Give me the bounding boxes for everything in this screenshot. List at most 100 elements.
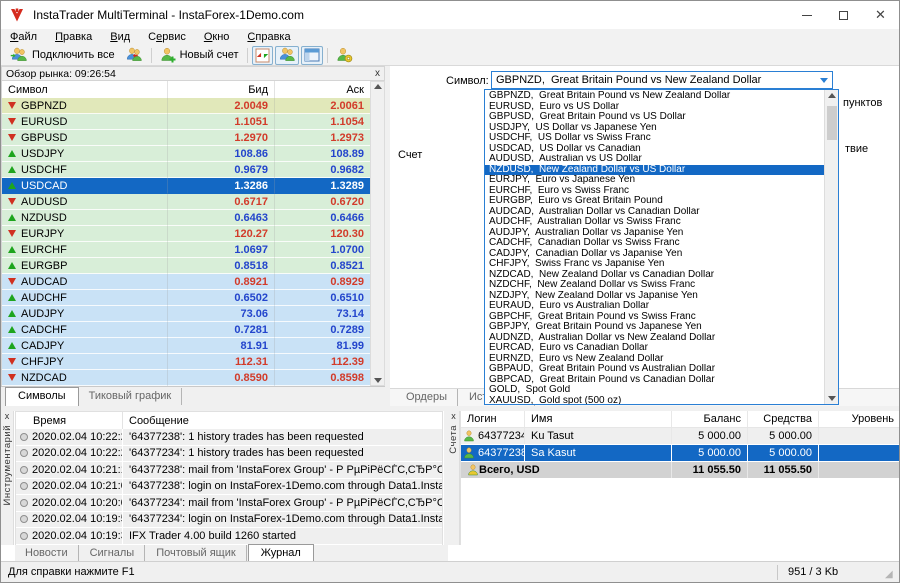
journal-row[interactable]: 2020.02.04 10:22:2...'64377238': 1 histo… (16, 429, 442, 446)
dropdown-item-AUDCHF[interactable]: AUDCHF, Australian Dollar vs Swiss Franc (485, 217, 824, 228)
journal-tab-Новости[interactable]: Новости (15, 545, 79, 562)
journal-row[interactable]: 2020.02.04 10:21:0...'64377238': login o… (16, 479, 442, 496)
market-tab-Символы[interactable]: Символы (5, 387, 79, 406)
column-ask[interactable]: Аск (275, 81, 371, 98)
dropdown-item-AUDNZD[interactable]: AUDNZD, Australian Dollar vs New Zealand… (485, 333, 824, 344)
market-row-AUDJPY[interactable]: AUDJPY73.0673.14 (2, 306, 370, 322)
dropdown-item-NZDUSD[interactable]: NZDUSD, New Zealand Dollar vs US Dollar (485, 165, 824, 176)
accounts-close-icon[interactable]: x (451, 411, 456, 421)
menu-item-Файл[interactable]: Файл (1, 30, 46, 44)
scroll-up-icon[interactable] (828, 93, 836, 98)
dropdown-item-EURCAD[interactable]: EURCAD, Euro vs Canadian Dollar (485, 343, 824, 354)
dropdown-item-AUDCAD[interactable]: AUDCAD, Australian Dollar vs Canadian Do… (485, 207, 824, 218)
dropdown-item-EURJPY[interactable]: EURJPY, Euro vs Japanese Yen (485, 175, 824, 186)
market-row-USDCAD[interactable]: USDCAD1.32861.3289 (2, 178, 370, 194)
account-row-64377238[interactable]: 64377238Sa Kasut5 000.005 000.00 (461, 445, 900, 462)
symbol-combobox[interactable]: GBPNZD, Great Britain Pound vs New Zeala… (491, 71, 833, 89)
dropdown-item-NZDCAD[interactable]: NZDCAD, New Zealand Dollar vs Canadian D… (485, 270, 824, 281)
dropdown-item-AUDUSD[interactable]: AUDUSD, Australian vs US Dollar (485, 154, 824, 165)
orders-tab-Ордеры[interactable]: Ордеры (396, 389, 458, 406)
dropdown-item-GBPCHF[interactable]: GBPCHF, Great Britain Pound vs Swiss Fra… (485, 312, 824, 323)
column-time[interactable]: Время (16, 412, 123, 429)
title-bar[interactable]: InstaTrader MultiTerminal - InstaForex-1… (1, 1, 899, 29)
dropdown-item-GOLD[interactable]: GOLD, Spot Gold (485, 385, 824, 396)
market-row-GBPUSD[interactable]: GBPUSD1.29701.2973 (2, 130, 370, 146)
market-row-EURCHF[interactable]: EURCHF1.06971.0700 (2, 242, 370, 258)
column-symbol[interactable]: Символ (2, 81, 168, 98)
journal-close-icon[interactable]: x (5, 411, 10, 421)
market-row-EURGBP[interactable]: EURGBP0.85180.8521 (2, 258, 370, 274)
scroll-down-icon[interactable] (828, 396, 836, 401)
dropdown-item-NZDJPY[interactable]: NZDJPY, New Zealand Dollar vs Japanise Y… (485, 291, 824, 302)
market-row-NZDCAD[interactable]: NZDCAD0.85900.8598 (2, 370, 370, 386)
dropdown-item-CHFJPY[interactable]: CHFJPY, Swiss Franc vs Japanise Yen (485, 259, 824, 270)
column-level[interactable]: Уровень (819, 411, 900, 427)
journal-tab-Почтовый ящик[interactable]: Почтовый ящик (146, 545, 246, 562)
dropdown-item-XAUUSD[interactable]: XAUUSD, Gold spot (500 oz) (485, 396, 824, 405)
maximize-button[interactable] (825, 1, 862, 29)
dropdown-item-GBPNZD[interactable]: GBPNZD, Great Britain Pound vs New Zeala… (485, 91, 824, 102)
dropdown-item-AUDJPY[interactable]: AUDJPY, Australian Dollar vs Japanise Ye… (485, 228, 824, 239)
market-row-CADJPY[interactable]: CADJPY81.9181.99 (2, 338, 370, 354)
journal-tab-Сигналы[interactable]: Сигналы (80, 545, 146, 562)
dropdown-item-GBPAUD[interactable]: GBPAUD, Great Britain Pound vs Australia… (485, 364, 824, 375)
journal-vertical-tab[interactable]: Инструментарий (2, 425, 13, 505)
market-row-CADCHF[interactable]: CADCHF0.72810.7289 (2, 322, 370, 338)
scroll-thumb[interactable] (827, 106, 837, 140)
close-button[interactable]: ✕ (862, 1, 899, 29)
menu-item-Правка[interactable]: Правка (46, 30, 101, 44)
dropdown-item-CADCHF[interactable]: CADCHF, Canadian Dollar vs Swiss Franc (485, 238, 824, 249)
journal-row[interactable]: 2020.02.04 10:22:2...'64377234': 1 histo… (16, 446, 442, 463)
market-row-CHFJPY[interactable]: CHFJPY112.31112.39 (2, 354, 370, 370)
market-tab-Тиковый график[interactable]: Тиковый график (79, 388, 183, 405)
dropdown-item-EURGBP[interactable]: EURGBP, Euro vs Great Britain Pound (485, 196, 824, 207)
dropdown-item-CADJPY[interactable]: CADJPY, Canadian Dollar vs Japanise Yen (485, 249, 824, 260)
toggle-toolbox-button[interactable] (301, 46, 323, 65)
resize-grip[interactable]: ◢ (885, 568, 899, 582)
journal-row[interactable]: 2020.02.04 10:19:5...'64377234': login o… (16, 512, 442, 529)
dropdown-scrollbar[interactable] (824, 90, 838, 404)
toggle-market-watch-button[interactable] (252, 46, 273, 65)
dropdown-item-EURAUD[interactable]: EURAUD, Euro vs Australian Dollar (485, 301, 824, 312)
scroll-up-icon[interactable] (374, 84, 382, 89)
market-row-AUDCHF[interactable]: AUDCHF0.65020.6510 (2, 290, 370, 306)
market-watch-scrollbar[interactable] (370, 81, 385, 386)
market-row-EURUSD[interactable]: EURUSD1.10511.1054 (2, 114, 370, 130)
dropdown-item-USDCAD[interactable]: USDCAD, US Dollar vs Canadian (485, 144, 824, 155)
dropdown-item-USDJPY[interactable]: USDJPY, US Dollar vs Japanese Yen (485, 123, 824, 134)
column-equity[interactable]: Средства (748, 411, 819, 427)
journal-row[interactable]: 2020.02.04 10:20:0...'64377234': mail fr… (16, 495, 442, 512)
accounts-vertical-tab[interactable]: Счета (448, 425, 459, 454)
journal-row[interactable]: 2020.02.04 10:21:1...'64377238': mail fr… (16, 462, 442, 479)
column-login[interactable]: Логин (461, 411, 525, 427)
toggle-accounts-button[interactable] (275, 46, 299, 65)
menu-item-Сервис[interactable]: Сервис (139, 30, 195, 44)
dropdown-item-EURNZD[interactable]: EURNZD, Euro vs New Zealand Dollar (485, 354, 824, 365)
market-row-USDJPY[interactable]: USDJPY108.86108.89 (2, 146, 370, 162)
dropdown-item-NZDCHF[interactable]: NZDCHF, New Zealand Dollar vs Swiss Fran… (485, 280, 824, 291)
menu-item-Справка[interactable]: Справка (238, 30, 299, 44)
market-row-GBPNZD[interactable]: GBPNZD2.00492.0061 (2, 98, 370, 114)
dropdown-item-GBPJPY[interactable]: GBPJPY, Great Britain Pound vs Japanese … (485, 322, 824, 333)
dropdown-item-GBPUSD[interactable]: GBPUSD, Great Britain Pound vs US Dollar (485, 112, 824, 123)
column-name[interactable]: Имя (525, 411, 672, 427)
account-settings-button[interactable] (331, 46, 358, 65)
connect-all-button[interactable]: Подключить все (5, 46, 120, 65)
menu-item-Вид[interactable]: Вид (101, 30, 139, 44)
market-row-USDCHF[interactable]: USDCHF0.96790.9682 (2, 162, 370, 178)
market-row-NZDUSD[interactable]: NZDUSD0.64630.6466 (2, 210, 370, 226)
menu-item-Окно[interactable]: Окно (195, 30, 239, 44)
column-bid[interactable]: Бид (168, 81, 275, 98)
dropdown-item-USDCHF[interactable]: USDCHF, US Dollar vs Swiss Franc (485, 133, 824, 144)
column-message[interactable]: Сообщение (123, 412, 442, 429)
market-row-EURJPY[interactable]: EURJPY120.27120.30 (2, 226, 370, 242)
new-account-button[interactable]: Новый счет (155, 46, 244, 65)
scroll-down-icon[interactable] (374, 378, 382, 383)
column-balance[interactable]: Баланс (672, 411, 748, 427)
minimize-button[interactable] (788, 1, 825, 29)
disconnect-all-button[interactable] (120, 46, 148, 65)
account-row-64377234[interactable]: 64377234Ku Tasut5 000.005 000.00 (461, 428, 900, 445)
market-row-AUDCAD[interactable]: AUDCAD0.89210.8929 (2, 274, 370, 290)
dropdown-item-EURUSD[interactable]: EURUSD, Euro vs US Dollar (485, 102, 824, 113)
market-row-AUDUSD[interactable]: AUDUSD0.67170.6720 (2, 194, 370, 210)
